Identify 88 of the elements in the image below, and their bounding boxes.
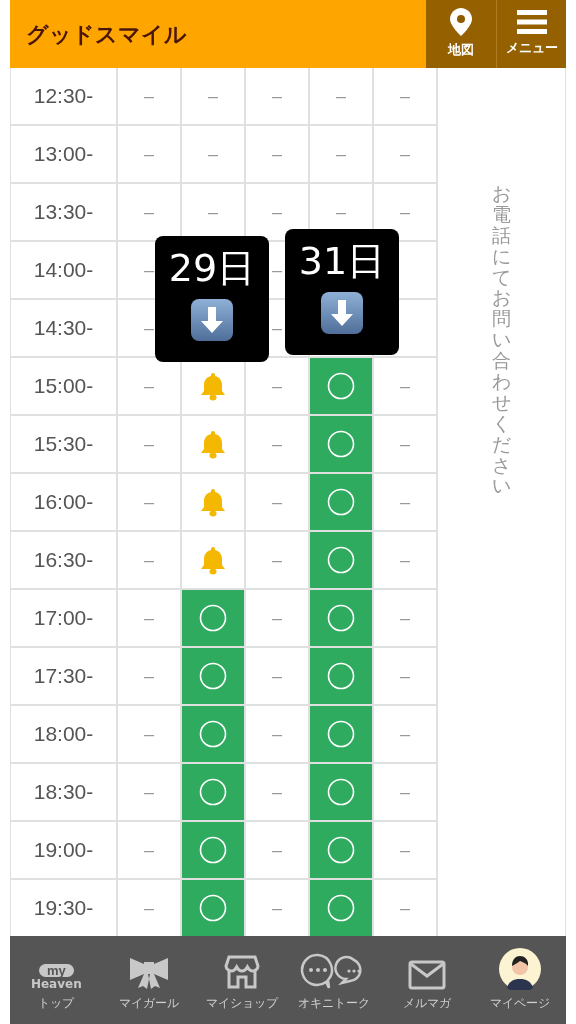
- circle-mark-icon: [199, 604, 227, 632]
- dash-text: –: [400, 897, 410, 920]
- dash-text: –: [336, 201, 346, 224]
- circle-mark-icon: [327, 894, 355, 922]
- bell-icon: [199, 545, 227, 575]
- day-marker: 29日: [155, 236, 269, 362]
- dash-text: –: [144, 491, 154, 514]
- dash-text: –: [400, 607, 410, 630]
- shop-icon: [223, 954, 260, 990]
- dash-text: –: [144, 317, 154, 340]
- dash-text: –: [208, 143, 218, 166]
- dash-text: –: [144, 259, 154, 282]
- dash-text: –: [400, 433, 410, 456]
- bell-icon: [199, 487, 227, 517]
- dash-text: –: [400, 201, 410, 224]
- dash-text: –: [272, 85, 282, 108]
- circle-mark-icon: [327, 720, 355, 748]
- dash-text: –: [144, 85, 154, 108]
- dash-text: –: [144, 375, 154, 398]
- nav-tab[interactable]: メルマガ: [380, 936, 474, 1024]
- nav-tab[interactable]: マイページ: [473, 936, 567, 1024]
- dash-text: –: [400, 723, 410, 746]
- dash-text: –: [144, 549, 154, 572]
- circle-mark-icon: [327, 546, 355, 574]
- bell-icon: [199, 429, 227, 459]
- dash-text: –: [144, 781, 154, 804]
- dash-text: –: [400, 839, 410, 862]
- day-marker: 31日: [285, 229, 399, 355]
- map-pin-icon: [450, 8, 472, 37]
- avatar-icon: [498, 948, 541, 990]
- dash-text: –: [272, 665, 282, 688]
- dash-text: –: [208, 201, 218, 224]
- circle-mark-icon: [199, 836, 227, 864]
- dash-text: –: [272, 259, 282, 282]
- dash-text: –: [336, 143, 346, 166]
- dash-text: –: [272, 549, 282, 572]
- dash-text: –: [144, 665, 154, 688]
- dash-text: –: [144, 897, 154, 920]
- bell-icon: [199, 371, 227, 401]
- circle-mark-icon: [199, 778, 227, 806]
- circle-mark-icon: [327, 488, 355, 516]
- dash-text: –: [272, 317, 282, 340]
- dash-text: –: [400, 549, 410, 572]
- map-button[interactable]: 地図: [426, 0, 496, 68]
- dash-text: –: [144, 201, 154, 224]
- circle-mark-icon: [327, 430, 355, 458]
- dash-text: –: [272, 143, 282, 166]
- dash-text: –: [272, 607, 282, 630]
- dash-text: –: [144, 607, 154, 630]
- bow-icon: [128, 956, 170, 990]
- circle-mark-icon: [327, 778, 355, 806]
- dash-text: –: [272, 781, 282, 804]
- dash-text: –: [400, 85, 410, 108]
- circle-mark-icon: [327, 662, 355, 690]
- dash-text: –: [272, 839, 282, 862]
- nav-tab[interactable]: マイショップ: [195, 936, 288, 1024]
- dash-text: –: [272, 491, 282, 514]
- nav-tab[interactable]: オキニトーク: [288, 936, 381, 1024]
- phone-inquiry-note: お電話にてお問い合わせください: [492, 184, 511, 499]
- dash-text: –: [144, 723, 154, 746]
- circle-mark-icon: [327, 604, 355, 632]
- nav-tab[interactable]: マイガール: [102, 936, 196, 1024]
- dash-text: –: [400, 375, 410, 398]
- menu-icon: [516, 10, 547, 35]
- dash-text: –: [144, 433, 154, 456]
- dash-text: –: [272, 433, 282, 456]
- dash-text: –: [144, 839, 154, 862]
- mail-icon: [408, 960, 446, 990]
- dash-text: –: [208, 85, 218, 108]
- circle-mark-icon: [327, 836, 355, 864]
- dash-text: –: [144, 143, 154, 166]
- dash-text: –: [400, 781, 410, 804]
- circle-mark-icon: [199, 662, 227, 690]
- dash-text: –: [272, 897, 282, 920]
- dash-text: –: [272, 201, 282, 224]
- dash-text: –: [400, 491, 410, 514]
- heaven-logo: my Heaven: [30, 964, 82, 990]
- circle-mark-icon: [327, 372, 355, 400]
- dash-text: –: [400, 143, 410, 166]
- dash-text: –: [400, 665, 410, 688]
- circle-mark-icon: [199, 894, 227, 922]
- shop-title: グッドスマイル: [26, 20, 187, 49]
- nav-tab[interactable]: my Heaven トップ: [10, 936, 103, 1024]
- menu-button[interactable]: メニュー: [496, 0, 566, 68]
- circle-mark-icon: [199, 720, 227, 748]
- dash-text: –: [272, 375, 282, 398]
- dash-text: –: [336, 85, 346, 108]
- dash-text: –: [272, 723, 282, 746]
